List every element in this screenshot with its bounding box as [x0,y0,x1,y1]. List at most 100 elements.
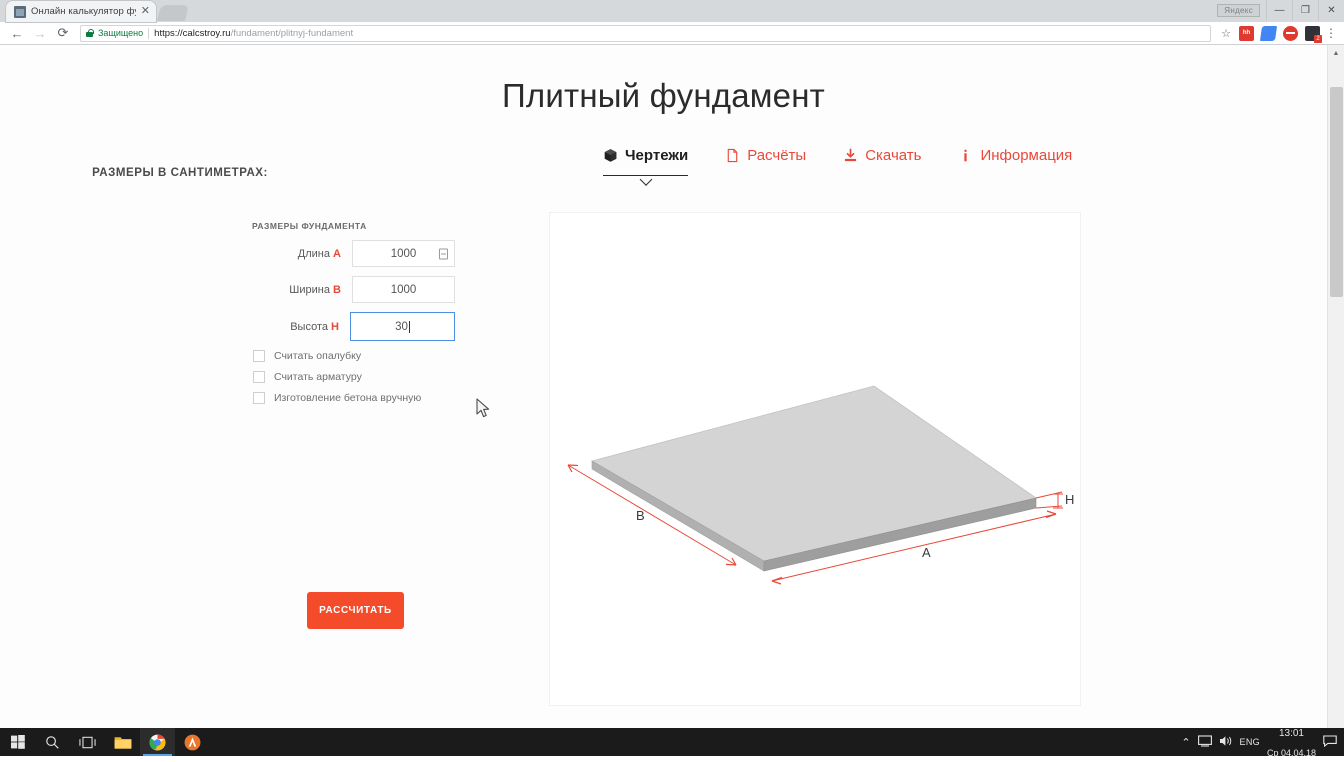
dim-letter-b: B [333,283,341,296]
checkbox-rebar[interactable] [253,371,265,383]
tab-information-label: Информация [980,147,1073,164]
url-path: /fundament/plitnyj-fundament [230,27,354,39]
close-button[interactable]: ✕ [1318,0,1344,21]
secure-label: Защищено [98,28,144,38]
checkbox-manual-concrete[interactable] [253,392,265,404]
height-input[interactable]: 30 [350,312,455,341]
file-explorer-icon [114,736,131,749]
bookmark-star-icon[interactable]: ☆ [1217,27,1235,40]
dimension-h-line [1035,491,1063,509]
height-input-value: 30 [395,320,408,333]
tray-expand-icon[interactable]: ⌃ [1181,736,1190,749]
width-input-value: 1000 [390,283,417,296]
checkbox-row-manual-concrete[interactable]: Изготовление бетона вручную [253,392,500,404]
translate-extension-icon[interactable] [1259,25,1278,41]
field-label-height: Высота H [290,320,339,333]
file-explorer-button[interactable] [105,728,140,756]
length-input[interactable]: 1000 [352,240,455,267]
checkbox-row-formwork[interactable]: Считать опалубку [253,350,500,362]
checkbox-label-formwork: Считать опалубку [274,350,362,362]
clock-time: 13:01 [1278,728,1304,739]
address-bar-url: https://calcstroy.ru/fundament/plitnyj-f… [154,28,353,39]
maximize-button[interactable]: ❐ [1292,0,1318,21]
tab-drawings-label: Чертежи [625,147,689,164]
window-note-label: Яндекс [1217,4,1260,17]
autocad-icon [184,734,201,750]
view-tabs: Чертежи Расчёты Скачать Информация [603,147,1083,186]
parameters-panel: РАЗМЕРЫ В САНТИМЕТРАХ: РАЗМЕРЫ ФУНДАМЕНТ… [0,147,500,629]
search-icon [46,735,59,749]
dimension-label-h: H [1065,492,1074,507]
browser-menu-icon[interactable]: ⋮ [1324,27,1338,39]
checkbox-label-manual-concrete: Изготовление бетона вручную [274,392,422,404]
page-viewport: Плитный фундамент РАЗМЕРЫ В САНТИМЕТРАХ:… [0,45,1344,728]
start-button[interactable] [0,728,35,756]
minimize-button[interactable]: — [1266,0,1292,21]
checkbox-row-rebar[interactable]: Считать арматуру [253,371,500,383]
field-label-length: Длина A [297,247,341,260]
volume-icon[interactable] [1219,735,1233,750]
info-icon [958,148,973,163]
dimension-label-a: A [922,545,931,560]
checkbox-label-rebar: Считать арматуру [274,371,362,383]
browser-window: Онлайн калькулятор фу ✕ Яндекс — ❐ ✕ ← →… [0,0,1344,728]
cube-icon [603,148,618,163]
chrome-icon [149,734,166,750]
units-title: РАЗМЕРЫ В САНТИМЕТРАХ: [92,167,268,179]
adblock-extension-icon[interactable] [1283,25,1298,41]
lock-icon [86,29,94,37]
calculate-button[interactable]: РАССЧИТАТЬ [307,592,404,629]
windows-taskbar: ⌃ ENG 13:01 Ср 04.04.18 [0,728,1344,758]
start-icon [10,735,25,749]
url-domain: https://calcstroy.ru [154,27,231,39]
network-icon[interactable] [1197,734,1212,750]
window-controls: Яндекс — ❐ ✕ [1217,0,1344,21]
results-panel: Чертежи Расчёты Скачать Информация B A H [548,147,1083,706]
search-button[interactable] [35,728,70,756]
dimension-label-b: B [636,508,645,523]
page-scrollbar[interactable]: ▲ [1327,45,1344,728]
tab-calculations[interactable]: Расчёты [710,147,828,164]
omnibox-divider [148,27,150,39]
address-bar[interactable]: Защищено https://calcstroy.ru/fundament/… [80,24,1212,42]
reload-button[interactable]: ⟳ [52,23,74,43]
browser-tab[interactable]: Онлайн калькулятор фу ✕ [6,1,156,22]
tab-close-icon[interactable]: ✕ [141,6,150,17]
drawing-panel: B A H [549,212,1081,706]
language-indicator[interactable]: ENG [1240,737,1260,747]
dim-letter-a: A [333,247,341,260]
notification-icon[interactable] [1323,734,1337,750]
page-content: Плитный фундамент РАЗМЕРЫ В САНТИМЕТРАХ:… [0,77,1327,728]
download-icon [843,148,858,163]
scrollbar-thumb[interactable] [1330,87,1343,297]
checkbox-formwork[interactable] [253,350,265,362]
hh-extension-icon[interactable] [1239,25,1254,41]
document-icon [725,148,740,163]
stepper-icon[interactable] [439,248,448,259]
downloads-extension-icon[interactable] [1305,25,1322,43]
width-input[interactable]: 1000 [352,276,455,303]
tab-download[interactable]: Скачать [828,147,943,164]
new-tab-button[interactable] [157,5,189,21]
site-favicon [14,5,26,18]
scroll-up-arrow[interactable]: ▲ [1328,45,1344,62]
clock[interactable]: 13:01 Ср 04.04.18 [1267,722,1316,762]
browser-toolbar: ← → ⟳ Защищено https://calcstroy.ru/fund… [0,22,1344,45]
tab-calculations-label: Расчёты [747,147,807,164]
tab-download-label: Скачать [865,147,922,164]
field-row-width: Ширина B 1000 [0,276,500,303]
task-view-button[interactable] [70,728,105,756]
autocad-taskbar-button[interactable] [175,728,210,756]
field-row-length: Длина A 1000 [0,240,500,267]
foundation-slab-drawing: B A H [567,385,1074,585]
tab-drawings[interactable]: Чертежи [603,147,710,186]
tab-strip: Онлайн калькулятор фу ✕ [0,0,189,22]
browser-titlebar: Онлайн калькулятор фу ✕ Яндекс — ❐ ✕ [0,0,1344,22]
browser-tab-title: Онлайн калькулятор фу [31,6,136,17]
tab-information[interactable]: Информация [943,147,1094,164]
forward-button[interactable]: → [29,23,51,43]
text-caret [408,320,410,333]
section-label-dimensions: РАЗМЕРЫ ФУНДАМЕНТА [252,221,367,231]
chrome-taskbar-button[interactable] [140,728,175,756]
back-button[interactable]: ← [6,23,28,43]
